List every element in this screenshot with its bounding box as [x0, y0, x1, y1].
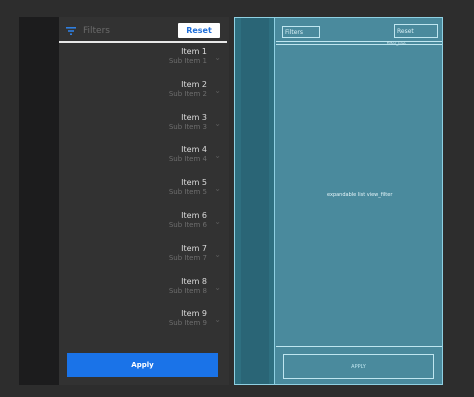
list-item-subtitle: Sub Item 2 [168, 89, 207, 98]
chevron-down-icon: ⌄ [214, 151, 221, 161]
filters-placeholder[interactable]: Filters [83, 25, 110, 37]
blueprint-view: Filters Reset filter_line expandable lis… [234, 17, 443, 385]
list-item[interactable]: Item 8 Sub Item 8 ⌄ [59, 273, 229, 306]
apply-button[interactable]: Apply [67, 353, 218, 377]
list-item-subtitle: Sub Item 6 [168, 221, 207, 229]
list-item[interactable]: Item 7 Sub Item 7 ⌄ [59, 240, 229, 273]
list-item-title: Item 2 [181, 79, 207, 89]
blueprint-filter-bar: Filters Reset filter_line [276, 18, 442, 46]
blueprint-reset-button[interactable]: Reset [394, 24, 438, 38]
list-item-title: Item 5 [181, 178, 207, 188]
list-item[interactable]: Item 2 Sub Item 2 ⌄ [59, 76, 229, 109]
list-item-title: Item 9 [181, 309, 207, 319]
list-item-title: Item 8 [181, 276, 207, 286]
list-item-title: Item 6 [181, 211, 207, 220]
list-item[interactable]: Item 5 Sub Item 5 ⌄ [59, 174, 229, 207]
chevron-down-icon: ⌄ [214, 315, 221, 325]
list-item[interactable]: Item 4 Sub Item 4 ⌄ [59, 141, 229, 174]
chevron-down-icon: ⌄ [214, 249, 221, 259]
blueprint-list-label: expandable list view_filter [327, 192, 393, 198]
list-item[interactable]: Item 3 Sub Item 3 ⌄ [59, 109, 229, 142]
list-item-subtitle: Sub Item 9 [168, 319, 207, 328]
chevron-down-icon: ⌄ [214, 85, 221, 95]
blueprint-underline [276, 44, 442, 45]
list-item-subtitle: Sub Item 1 [168, 57, 207, 65]
filter-panel-preview: Filters Reset Item 1 Sub Item 1 ⌄ Item 2 Sub… [59, 17, 229, 385]
list-item[interactable]: Item 9 Sub Item 9 ⌄ [59, 305, 229, 338]
list-item-subtitle: Sub Item 3 [168, 122, 207, 131]
blueprint-filters-field[interactable]: Filters [282, 26, 320, 38]
filter-icon[interactable] [65, 25, 77, 37]
list-item-subtitle: Sub Item 4 [168, 155, 207, 164]
list-item-title: Item 4 [181, 145, 207, 155]
list-item-subtitle: Sub Item 8 [168, 286, 207, 295]
blueprint-apply-button[interactable]: APPLY [283, 354, 434, 379]
blueprint-side-strip [235, 18, 275, 384]
list-item-subtitle: Sub Item 7 [168, 253, 207, 262]
list-item[interactable]: Item 1 Sub Item 1 ⌄ [59, 43, 229, 76]
reset-button[interactable]: Reset [178, 23, 220, 38]
list-item[interactable]: Item 6 Sub Item 6 ⌄ [59, 207, 229, 240]
list-item-title: Item 1 [181, 47, 207, 56]
chevron-down-icon: ⌄ [214, 53, 221, 62]
device-frame-edge [19, 17, 59, 385]
chevron-down-icon: ⌄ [214, 217, 221, 226]
chevron-down-icon: ⌄ [214, 184, 221, 194]
chevron-down-icon: ⌄ [214, 282, 221, 292]
list-item-subtitle: Sub Item 5 [168, 188, 207, 197]
chevron-down-icon: ⌄ [214, 118, 221, 128]
filter-bar: Filters Reset [59, 17, 229, 42]
list-item-title: Item 7 [181, 243, 207, 253]
blueprint-side-strip-inner [241, 18, 269, 384]
list-item-title: Item 3 [181, 112, 207, 122]
blueprint-footer: APPLY [276, 346, 442, 384]
